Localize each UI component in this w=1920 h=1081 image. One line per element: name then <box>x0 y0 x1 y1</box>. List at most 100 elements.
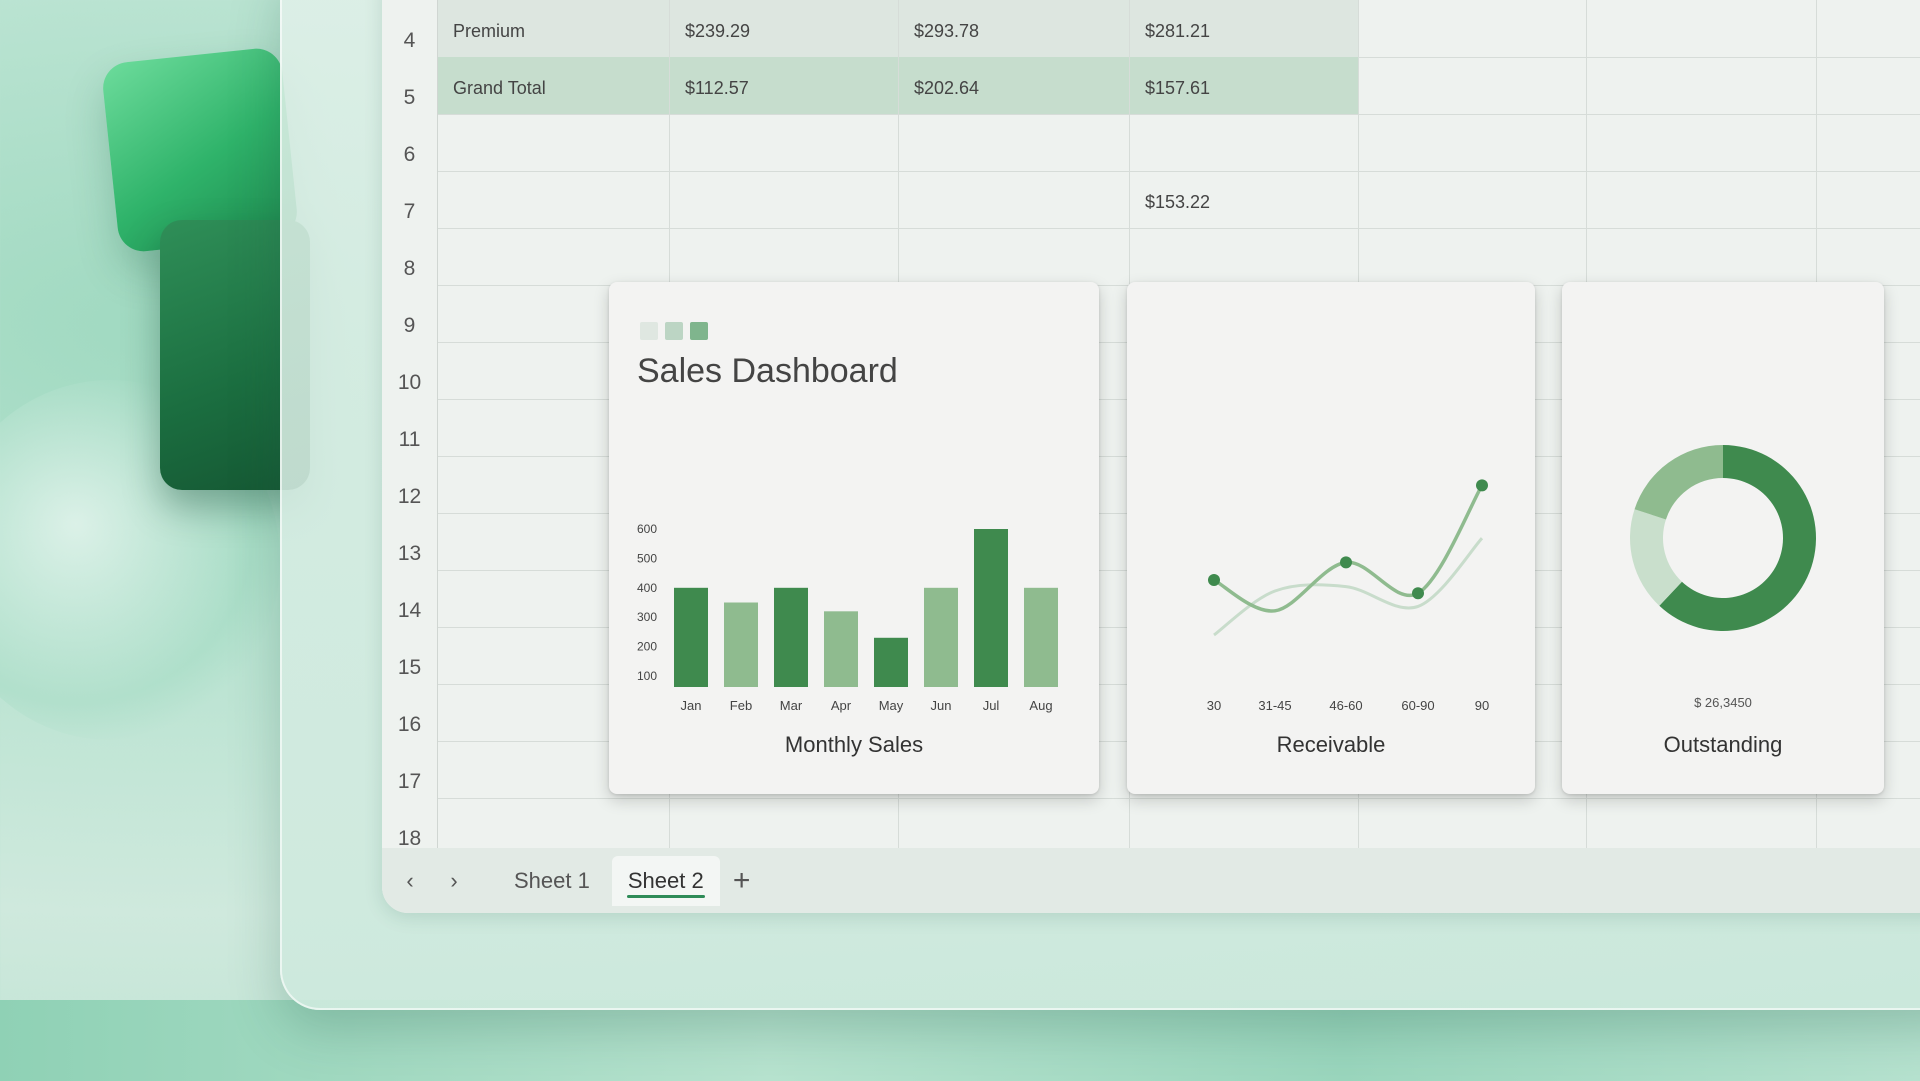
table-cell[interactable] <box>1130 798 1359 855</box>
table-cell[interactable] <box>1817 57 1920 114</box>
table-cell[interactable] <box>1817 228 1920 285</box>
x-tick-label: May <box>879 698 904 713</box>
row-number[interactable]: 17 <box>382 741 438 798</box>
row-number[interactable]: 5 <box>382 57 438 114</box>
receivable-series-2-line <box>1213 537 1484 637</box>
table-cell[interactable] <box>670 171 899 228</box>
tab-sheet-2[interactable]: Sheet 2 <box>611 855 720 906</box>
row-number[interactable]: 6 <box>382 114 438 171</box>
row-number[interactable]: 8 <box>382 228 438 285</box>
x-tick-label: 31-45 <box>1258 698 1291 713</box>
donut-slice-2 <box>1634 445 1723 520</box>
row-number[interactable]: 4 <box>382 0 438 57</box>
receivable-series-1-line <box>1213 484 1484 613</box>
table-cell[interactable] <box>438 171 670 228</box>
x-tick-label: Apr <box>831 698 852 713</box>
row-number[interactable]: 15 <box>382 627 438 684</box>
table-cell[interactable]: $153.22 <box>1130 171 1359 228</box>
background-bottom-band <box>0 1000 1920 1081</box>
table-cell[interactable] <box>670 114 899 171</box>
bar-aug <box>1024 587 1058 687</box>
x-tick-label: Mar <box>780 698 803 713</box>
table-cell[interactable] <box>438 114 670 171</box>
table-cell[interactable] <box>1359 228 1587 285</box>
receivable-card[interactable]: 30 31-45 46-60 60-90 90 Receivable <box>1127 282 1535 794</box>
table-cell[interactable] <box>1587 57 1817 114</box>
y-tick-label: 500 <box>637 551 657 565</box>
table-cell[interactable] <box>899 228 1130 285</box>
row-number[interactable]: 13 <box>382 513 438 570</box>
x-tick-label: Jun <box>931 698 952 713</box>
bar-mar <box>774 587 808 687</box>
table-cell[interactable] <box>1587 0 1817 57</box>
tab-sheet-1[interactable]: Sheet 1 <box>498 856 606 906</box>
row-number[interactable]: 10 <box>382 342 438 399</box>
table-cell[interactable]: $202.64 <box>899 57 1130 114</box>
y-tick-label: 600 <box>637 522 657 536</box>
y-tick-label: 200 <box>637 640 657 654</box>
row-number[interactable]: 16 <box>382 684 438 741</box>
table-cell[interactable] <box>1587 798 1817 855</box>
table-cell[interactable] <box>899 798 1130 855</box>
x-tick-label: 30 <box>1207 698 1221 713</box>
table-row: 8 <box>382 228 1920 286</box>
table-cell[interactable]: $112.57 <box>670 57 899 114</box>
table-cell[interactable] <box>438 798 670 855</box>
outstanding-amount-label: $ 26,3450 <box>1694 695 1752 710</box>
table-cell[interactable] <box>1587 171 1817 228</box>
row-number[interactable]: 18 <box>382 798 438 855</box>
sales-dashboard-card[interactable]: Sales Dashboard 600 500 400 300 200 100 Jan Feb… <box>609 282 1099 794</box>
row-number[interactable]: 12 <box>382 456 438 513</box>
decorative-green-block <box>100 46 300 254</box>
table-cell[interactable]: $239.29 <box>670 0 899 57</box>
chevron-left-icon[interactable]: ‹ <box>388 861 432 901</box>
row-number[interactable]: 7 <box>382 171 438 228</box>
y-tick-label: 300 <box>637 610 657 624</box>
receivable-point <box>1208 574 1220 586</box>
row-number[interactable]: 14 <box>382 570 438 627</box>
x-tick-label: Feb <box>730 698 752 713</box>
outstanding-card[interactable]: $ 26,3450 Outstanding <box>1562 282 1884 794</box>
bar-jul <box>974 529 1008 687</box>
table-cell[interactable] <box>1359 0 1587 57</box>
receivable-line-chart: 30 31-45 46-60 60-90 90 <box>1207 479 1489 713</box>
chevron-right-icon[interactable]: › <box>432 861 476 901</box>
table-cell[interactable] <box>1130 114 1359 171</box>
table-cell[interactable] <box>1817 0 1920 57</box>
table-cell[interactable] <box>1359 798 1587 855</box>
table-cell[interactable] <box>1817 171 1920 228</box>
table-cell[interactable]: $293.78 <box>899 0 1130 57</box>
x-tick-label: 60-90 <box>1401 698 1434 713</box>
x-tick-label: Jan <box>681 698 702 713</box>
table-row: 5 Grand Total $112.57 $202.64 $157.61 <box>382 57 1920 115</box>
add-sheet-button[interactable]: + <box>720 861 764 901</box>
table-cell[interactable] <box>1359 114 1587 171</box>
table-cell[interactable] <box>1130 228 1359 285</box>
x-tick-label: Aug <box>1029 698 1052 713</box>
table-cell[interactable] <box>1587 228 1817 285</box>
table-cell[interactable] <box>1587 114 1817 171</box>
table-cell[interactable] <box>1359 171 1587 228</box>
bar-jun <box>924 587 958 687</box>
table-row: 4 Premium $239.29 $293.78 $281.21 <box>382 0 1920 58</box>
table-cell[interactable]: Grand Total <box>438 57 670 114</box>
row-number[interactable]: 9 <box>382 285 438 342</box>
y-tick-label: 100 <box>637 669 657 683</box>
table-cell[interactable] <box>1359 57 1587 114</box>
table-cell[interactable]: Premium <box>438 0 670 57</box>
monthly-sales-title: Monthly Sales <box>784 732 924 757</box>
table-row: 7 $153.22 <box>382 171 1920 229</box>
table-cell[interactable] <box>899 114 1130 171</box>
table-cell[interactable] <box>438 228 670 285</box>
table-cell[interactable] <box>899 171 1130 228</box>
x-tick-label: Jul <box>983 698 1000 713</box>
x-tick-label: 46-60 <box>1329 698 1362 713</box>
table-cell[interactable] <box>1817 798 1920 855</box>
row-number[interactable]: 11 <box>382 399 438 456</box>
spreadsheet-window: 4 Premium $239.29 $293.78 $281.21 5 Grand Tota… <box>382 0 1920 913</box>
table-cell[interactable]: $281.21 <box>1130 0 1359 57</box>
table-cell[interactable] <box>670 798 899 855</box>
table-cell[interactable] <box>1817 114 1920 171</box>
table-cell[interactable] <box>670 228 899 285</box>
table-cell[interactable]: $157.61 <box>1130 57 1359 114</box>
